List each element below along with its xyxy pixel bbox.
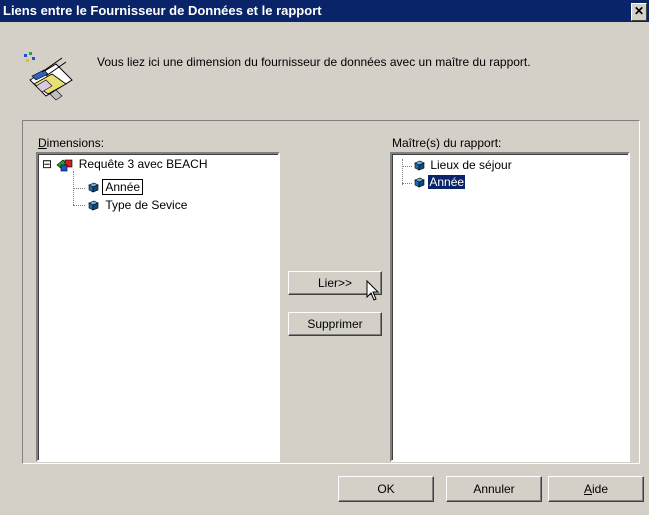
tree-item-label: Type de Sevice (105, 198, 188, 212)
help-button[interactable]: Aide (548, 476, 644, 502)
intro-text: Vous liez ici une dimension du fournisse… (97, 55, 531, 69)
master-item-lieux-de-sejour[interactable]: Lieux de séjour (414, 157, 512, 173)
tree-item-label: Année (102, 179, 144, 195)
dimensions-label-rest: imensions: (46, 136, 105, 150)
tree-root-label: Requête 3 avec BEACH (78, 157, 208, 171)
window-title: Liens entre le Fournisseur de Données et… (3, 3, 322, 18)
dimensions-label: Dimensions: (38, 136, 104, 150)
ok-button-label: OK (377, 482, 395, 496)
master-item-annee[interactable]: Année (414, 174, 466, 190)
dimensions-tree[interactable]: ⊟ Requête 3 avec BEACH Année Type de Sev… (36, 152, 280, 462)
masters-label: Maître(s) du rapport: (392, 136, 502, 150)
mouse-cursor-icon (366, 280, 380, 301)
cancel-button[interactable]: Annuler (446, 476, 542, 502)
tree-item-type-de-sevice[interactable]: Type de Sevice (88, 197, 187, 213)
collapse-toggle[interactable]: ⊟ (42, 157, 52, 171)
dialog-body: Vous liez ici une dimension du fournisse… (0, 22, 649, 515)
tree-connector (73, 205, 85, 206)
tree-connector (402, 166, 412, 167)
dimension-icon (88, 200, 99, 211)
delete-button-label: Supprimer (307, 317, 363, 331)
tree-root-requete[interactable]: ⊟ Requête 3 avec BEACH (42, 156, 208, 172)
help-button-accel: A (583, 482, 592, 496)
tree-connector (73, 188, 85, 189)
wizard-illustration-icon (24, 52, 73, 101)
dimension-icon (414, 177, 425, 188)
close-button[interactable]: ✕ (631, 3, 647, 21)
close-icon: ✕ (633, 4, 645, 18)
dimension-icon (88, 182, 99, 193)
master-item-label-selected: Année (428, 175, 466, 189)
query-cube-icon (56, 159, 73, 172)
master-item-label: Lieux de séjour (430, 158, 512, 172)
tree-connector (402, 159, 403, 185)
title-bar: Liens entre le Fournisseur de Données et… (0, 0, 649, 22)
help-button-rest: ide (592, 482, 609, 496)
tree-connector (402, 183, 412, 184)
link-button-label: Lier>> (317, 276, 353, 290)
delete-button[interactable]: Supprimer (288, 312, 382, 336)
dimensions-label-accel: D (38, 136, 47, 150)
dimension-icon (414, 160, 425, 171)
tree-item-annee[interactable]: Année (88, 179, 144, 195)
masters-list[interactable]: Lieux de séjour Année (390, 152, 630, 462)
ok-button[interactable]: OK (338, 476, 434, 502)
cancel-button-label: Annuler (473, 482, 515, 496)
